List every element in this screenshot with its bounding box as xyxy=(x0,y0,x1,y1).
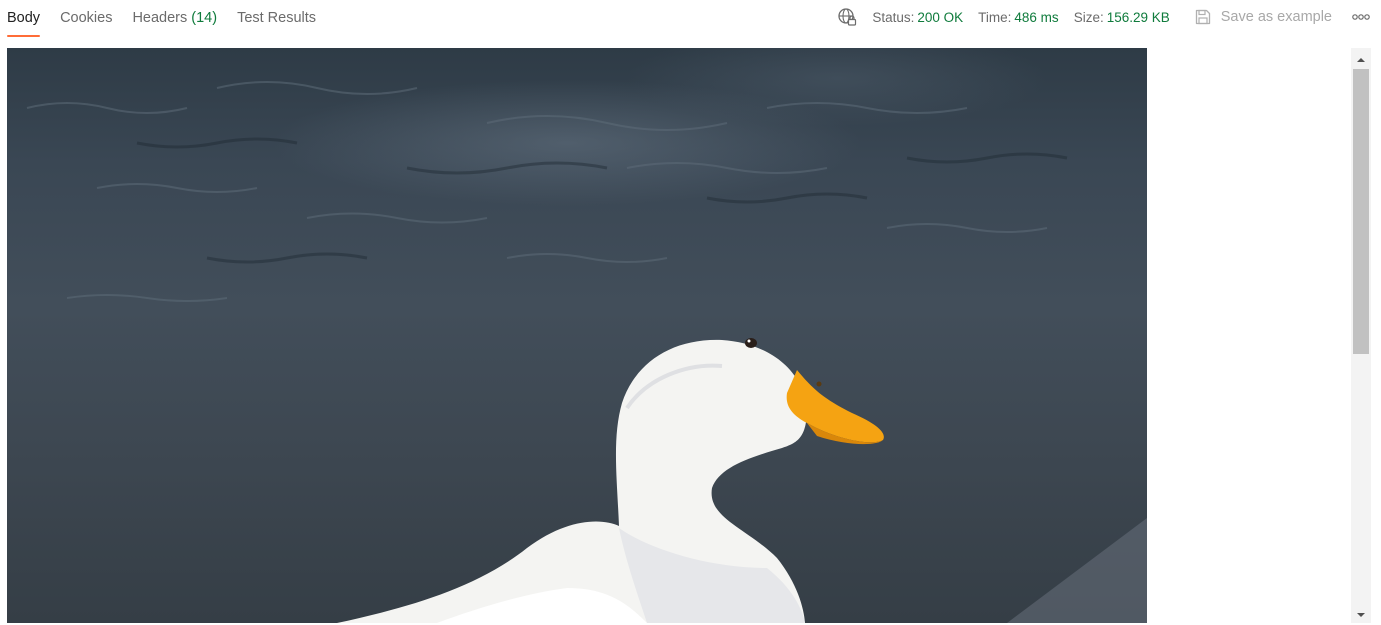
response-body-viewer[interactable] xyxy=(7,48,1147,623)
size-label: Size: xyxy=(1073,9,1104,25)
tab-body-label: Body xyxy=(7,10,41,26)
time-label: Time: xyxy=(978,9,1012,25)
response-tab-bar: Body Cookies Headers (14) Test Results S… xyxy=(0,0,1381,40)
scroll-up-arrow-icon[interactable] xyxy=(1351,50,1371,70)
response-tabs: Body Cookies Headers (14) Test Results xyxy=(0,0,336,40)
duck-photo xyxy=(7,48,1147,623)
tab-body[interactable]: Body xyxy=(7,0,41,37)
status-value: 200 OK xyxy=(917,9,964,25)
tab-test-results[interactable]: Test Results xyxy=(237,0,316,36)
time-value: 486 ms xyxy=(1014,9,1059,25)
save-as-example-label: Save as example xyxy=(1220,9,1332,25)
scrollbar-thumb[interactable] xyxy=(1353,69,1369,354)
status-label: Status: xyxy=(872,9,915,25)
tab-headers[interactable]: Headers (14) xyxy=(132,0,217,36)
size-value: 156.29 KB xyxy=(1106,9,1170,25)
tab-test-results-label: Test Results xyxy=(237,10,317,26)
tab-headers-label: Headers xyxy=(132,10,188,26)
vertical-scrollbar[interactable] xyxy=(1351,48,1371,623)
save-icon xyxy=(1195,9,1210,25)
headers-count: (14) xyxy=(191,10,218,26)
response-meta: Status: 200 OK Time: 486 ms Size: 156.29 KB… xyxy=(836,0,1381,34)
scroll-down-arrow-icon[interactable] xyxy=(1351,605,1371,625)
save-as-example-button[interactable]: Save as example xyxy=(1194,8,1332,26)
globe-lock-icon[interactable] xyxy=(836,6,858,28)
ellipsis-icon[interactable] xyxy=(1350,6,1372,28)
time-indicator[interactable]: Time: 486 ms xyxy=(978,10,1059,25)
tab-cookies[interactable]: Cookies xyxy=(60,0,112,36)
status-indicator[interactable]: Status: 200 OK xyxy=(872,10,963,25)
size-indicator[interactable]: Size: 156.29 KB xyxy=(1074,10,1170,25)
tab-cookies-label: Cookies xyxy=(60,10,113,26)
